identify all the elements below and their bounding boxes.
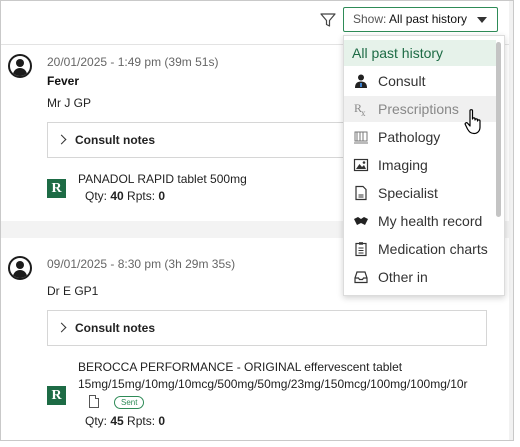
doctor-avatar-icon bbox=[8, 256, 32, 280]
show-filter-menu: All past history Consult R x Prescriptio… bbox=[343, 35, 505, 296]
clipboard-icon bbox=[355, 242, 367, 257]
menu-item-label: Other in bbox=[378, 269, 428, 285]
patient-history-panel: Show: All past history 20/01/2025 - 1:49… bbox=[0, 0, 514, 441]
record-doctor: Mr J GP bbox=[47, 96, 91, 110]
prescription-drug: BEROCCA PERFORMANCE - ORIGINAL effervesc… bbox=[78, 360, 403, 374]
show-filter-dropdown[interactable]: Show: All past history bbox=[343, 7, 498, 32]
menu-item-other-in[interactable]: Other in bbox=[344, 264, 496, 290]
consult-notes-label: Consult notes bbox=[75, 133, 155, 147]
rx-icon: R x bbox=[354, 101, 366, 117]
doctor-icon bbox=[355, 74, 367, 88]
menu-item-label: Prescriptions bbox=[378, 101, 459, 117]
inbox-icon bbox=[354, 271, 368, 284]
menu-item-all-past-history[interactable]: All past history bbox=[344, 40, 496, 66]
consult-notes-toggle[interactable]: Consult notes bbox=[47, 310, 487, 346]
hand-pointer-icon bbox=[464, 109, 481, 135]
menu-item-medication-charts[interactable]: Medication charts bbox=[344, 236, 496, 262]
record-date: 20/01/2025 - 1:49 pm (39m 51s) bbox=[47, 55, 219, 69]
chevron-right-icon bbox=[56, 134, 67, 145]
prescription-drug: PANADOL RAPID tablet 500mg bbox=[78, 172, 247, 186]
menu-item-label: Medication charts bbox=[378, 241, 488, 257]
menu-scrollbar[interactable] bbox=[496, 42, 501, 217]
menu-item-label: My health record bbox=[378, 213, 483, 229]
doctor-avatar-icon bbox=[8, 54, 32, 78]
record-date: 09/01/2025 - 8:30 pm (3h 29m 35s) bbox=[47, 257, 236, 271]
menu-item-label: Imaging bbox=[378, 157, 428, 173]
prescription-qty: Qty: 40 Rpts: 0 bbox=[85, 189, 166, 203]
prescription-drug-strength: 15mg/15mg/10mg/10mcg/500mg/50mg/23mg/150… bbox=[78, 377, 468, 391]
page-scrollbar[interactable] bbox=[509, 1, 513, 440]
funnel-icon[interactable] bbox=[319, 11, 337, 29]
sent-status-badge: Sent bbox=[114, 396, 145, 409]
chevron-right-icon bbox=[56, 322, 67, 333]
show-filter-value: All past history bbox=[389, 12, 468, 26]
menu-item-label: Consult bbox=[378, 73, 426, 89]
menu-item-label: Pathology bbox=[378, 129, 441, 145]
handshake-icon bbox=[354, 217, 368, 225]
menu-item-my-health-record[interactable]: My health record bbox=[344, 208, 496, 234]
menu-item-specialist[interactable]: Specialist bbox=[344, 180, 496, 206]
menu-item-imaging[interactable]: Imaging bbox=[344, 152, 496, 178]
menu-item-label: Specialist bbox=[378, 185, 438, 201]
caret-down-icon bbox=[477, 17, 487, 23]
microscope-icon bbox=[354, 131, 368, 144]
image-icon bbox=[353, 158, 369, 172]
show-filter-prefix: Show: bbox=[353, 12, 390, 26]
document-icon[interactable] bbox=[89, 395, 99, 408]
record-doctor: Dr E GP1 bbox=[47, 284, 99, 298]
svg-text:x: x bbox=[361, 108, 366, 117]
consult-notes-label: Consult notes bbox=[75, 321, 155, 335]
rx-badge-icon: R bbox=[47, 179, 66, 198]
rx-badge-icon: R bbox=[47, 386, 66, 405]
menu-item-consult[interactable]: Consult bbox=[344, 68, 496, 94]
record-title: Fever bbox=[47, 74, 80, 88]
document-icon bbox=[355, 185, 367, 201]
menu-item-label: All past history bbox=[352, 45, 444, 61]
prescription-qty: Qty: 45 Rpts: 0 bbox=[85, 414, 166, 428]
